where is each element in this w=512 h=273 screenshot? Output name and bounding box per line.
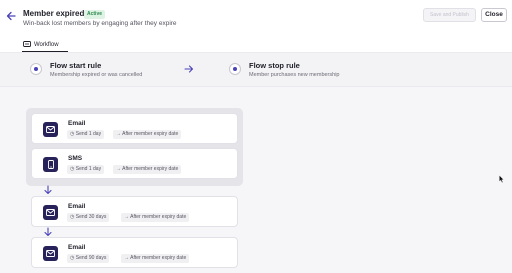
step-type: SMS <box>68 155 83 162</box>
workflow-step-card[interactable]: Email ◷ Send 90 days → After member expi… <box>31 237 238 268</box>
step-timing-badge: → After member expiry date <box>121 213 190 222</box>
step-delay-badge: ◷ Send 30 days <box>67 213 110 222</box>
step-timing: After member expiry date <box>130 214 187 220</box>
workflow-icon <box>23 41 31 49</box>
radio-icon <box>30 63 42 75</box>
step-timing: After member expiry date <box>130 255 187 261</box>
tab-label: Workflow <box>34 42 59 48</box>
mouse-cursor-icon <box>499 170 505 183</box>
step-delay: Send 90 days <box>75 255 107 261</box>
step-delay: Send 1 day <box>75 131 102 137</box>
save-and-publish-button[interactable]: Save and Publish <box>423 8 476 22</box>
step-type: Email <box>68 120 86 127</box>
step-delay: Send 30 days <box>75 214 107 220</box>
mail-icon <box>43 246 58 261</box>
step-type: Email <box>68 244 86 251</box>
rule-description: Membership expired or was cancelled <box>50 72 143 78</box>
step-delay: Send 1 day <box>75 166 102 172</box>
step-timing: After member expiry date <box>122 166 179 172</box>
mail-icon <box>43 205 58 220</box>
step-timing-badge: → After member expiry date <box>113 165 182 174</box>
step-timing: After member expiry date <box>122 131 179 137</box>
arrow-right-icon <box>184 65 194 75</box>
rule-title: Flow stop rule <box>249 61 300 70</box>
workflow-step-card[interactable]: Email ◷ Send 1 day → After member expiry… <box>31 113 238 144</box>
rule-title: Flow start rule <box>50 61 102 70</box>
back-arrow-icon[interactable] <box>5 9 17 21</box>
workflow-canvas[interactable]: Flow start rule Membership expired or wa… <box>0 53 512 273</box>
mail-icon <box>43 122 58 137</box>
page-title: Member expired <box>23 9 85 18</box>
page-subtitle: Win-back lost members by engaging after … <box>23 20 177 27</box>
step-type: Email <box>68 203 86 210</box>
tab-workflow[interactable]: Workflow <box>23 38 59 52</box>
step-timing-badge: → After member expiry date <box>113 130 182 139</box>
page-header: Member expired Active Win-back lost memb… <box>0 0 512 53</box>
radio-icon <box>229 63 241 75</box>
close-button[interactable]: Close <box>481 8 507 22</box>
step-timing-badge: → After member expiry date <box>121 254 190 263</box>
step-delay-badge: ◷ Send 1 day <box>67 165 105 174</box>
workflow-step-card[interactable]: Email ◷ Send 30 days → After member expi… <box>31 196 238 227</box>
flow-rules-bar: Flow start rule Membership expired or wa… <box>0 53 512 87</box>
step-delay-badge: ◷ Send 1 day <box>67 130 105 139</box>
step-delay-badge: ◷ Send 90 days <box>67 254 110 263</box>
workflow-step-card[interactable]: SMS ◷ Send 1 day → After member expiry d… <box>31 148 238 179</box>
phone-icon <box>43 157 58 172</box>
rule-description: Member purchases new membership <box>249 72 340 78</box>
status-badge: Active <box>84 10 106 19</box>
